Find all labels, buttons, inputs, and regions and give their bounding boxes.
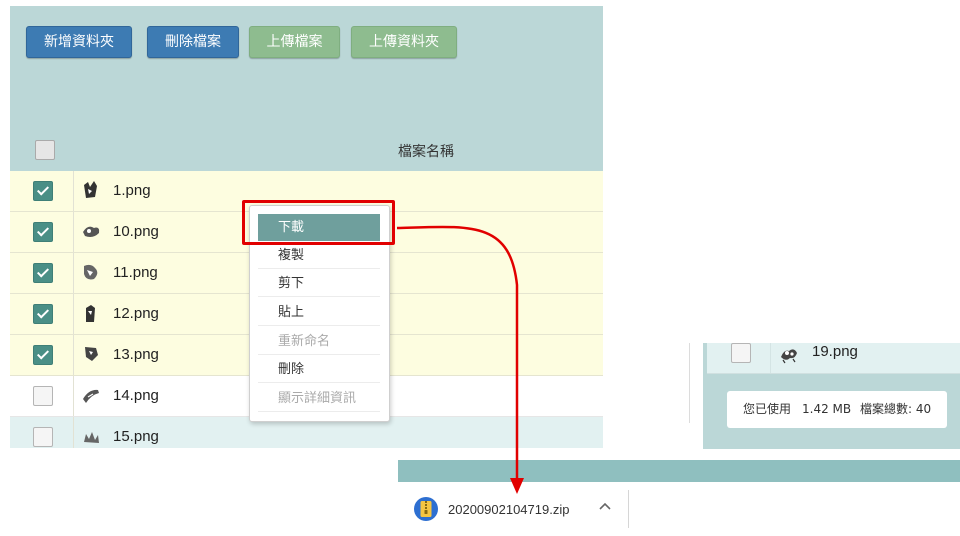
usage-value: 1.42 MB	[802, 402, 852, 416]
download-file-name[interactable]: 20200902104719.zip	[448, 502, 569, 517]
file-name[interactable]: 15.png	[113, 428, 159, 445]
image-thumbnail-icon	[83, 389, 99, 403]
file-name[interactable]: 11.png	[113, 264, 158, 281]
file-name[interactable]: 14.png	[113, 387, 159, 404]
row-checkbox-checked[interactable]	[33, 222, 53, 242]
menu-item-paste[interactable]: 貼上	[258, 299, 380, 326]
file-name[interactable]: 13.png	[113, 346, 159, 363]
column-divider	[73, 417, 74, 448]
menu-item-copy[interactable]: 複製	[258, 242, 380, 269]
file-name[interactable]: 19.png	[812, 343, 858, 360]
image-thumbnail-icon	[83, 226, 100, 237]
chevron-up-icon[interactable]	[597, 499, 613, 515]
image-thumbnail-icon	[84, 264, 98, 280]
usage-label: 您已使用	[743, 402, 792, 416]
image-thumbnail-icon	[85, 347, 98, 361]
column-divider	[73, 335, 74, 375]
menu-item-cut[interactable]: 剪下	[258, 270, 380, 297]
row-checkbox[interactable]	[33, 386, 53, 406]
row-checkbox-checked[interactable]	[33, 345, 53, 365]
image-thumbnail-icon	[86, 305, 95, 322]
column-divider	[73, 376, 74, 416]
menu-item-show-details: 顯示詳細資訊	[258, 385, 380, 412]
row-checkbox[interactable]	[33, 427, 53, 447]
table-header: 檔案名稱	[10, 130, 603, 170]
image-thumbnail-icon	[84, 181, 97, 198]
zip-file-icon[interactable]	[413, 496, 439, 522]
select-all-checkbox[interactable]	[35, 140, 55, 160]
column-divider	[73, 212, 74, 252]
file-name[interactable]: 1.png	[113, 182, 151, 199]
image-thumbnail-icon	[781, 349, 797, 364]
row-checkbox-checked[interactable]	[33, 181, 53, 201]
file-manager-panel-secondary: 19.png 您已使用 1.42 MB 檔案總數: 40	[703, 343, 960, 449]
highlight-box	[242, 200, 395, 245]
upload-file-button[interactable]: 上傳檔案	[249, 26, 340, 58]
file-count: 檔案總數: 40	[860, 402, 932, 416]
image-thumbnail-icon	[84, 432, 99, 443]
panel-divider	[689, 343, 690, 423]
column-divider	[73, 253, 74, 293]
column-divider	[770, 343, 771, 373]
download-bar-divider	[628, 490, 629, 528]
row-checkbox-checked[interactable]	[33, 304, 53, 324]
download-bar: 20200902104719.zip	[398, 482, 960, 536]
column-divider	[73, 171, 74, 211]
file-name[interactable]: 10.png	[113, 223, 159, 240]
menu-item-rename: 重新命名	[258, 328, 380, 355]
file-name[interactable]: 12.png	[113, 305, 159, 322]
storage-usage-box: 您已使用 1.42 MB 檔案總數: 40	[727, 391, 947, 428]
row-checkbox[interactable]	[731, 343, 751, 363]
new-folder-button[interactable]: 新增資料夾	[26, 26, 132, 58]
browser-strip	[398, 460, 960, 482]
upload-folder-button[interactable]: 上傳資料夾	[351, 26, 457, 58]
row-checkbox-checked[interactable]	[33, 263, 53, 283]
column-header-filename[interactable]: 檔案名稱	[398, 141, 454, 161]
column-divider	[73, 294, 74, 334]
delete-file-button[interactable]: 刪除檔案	[147, 26, 239, 58]
menu-item-delete[interactable]: 刪除	[258, 356, 380, 383]
table-row[interactable]: 19.png	[707, 343, 960, 374]
